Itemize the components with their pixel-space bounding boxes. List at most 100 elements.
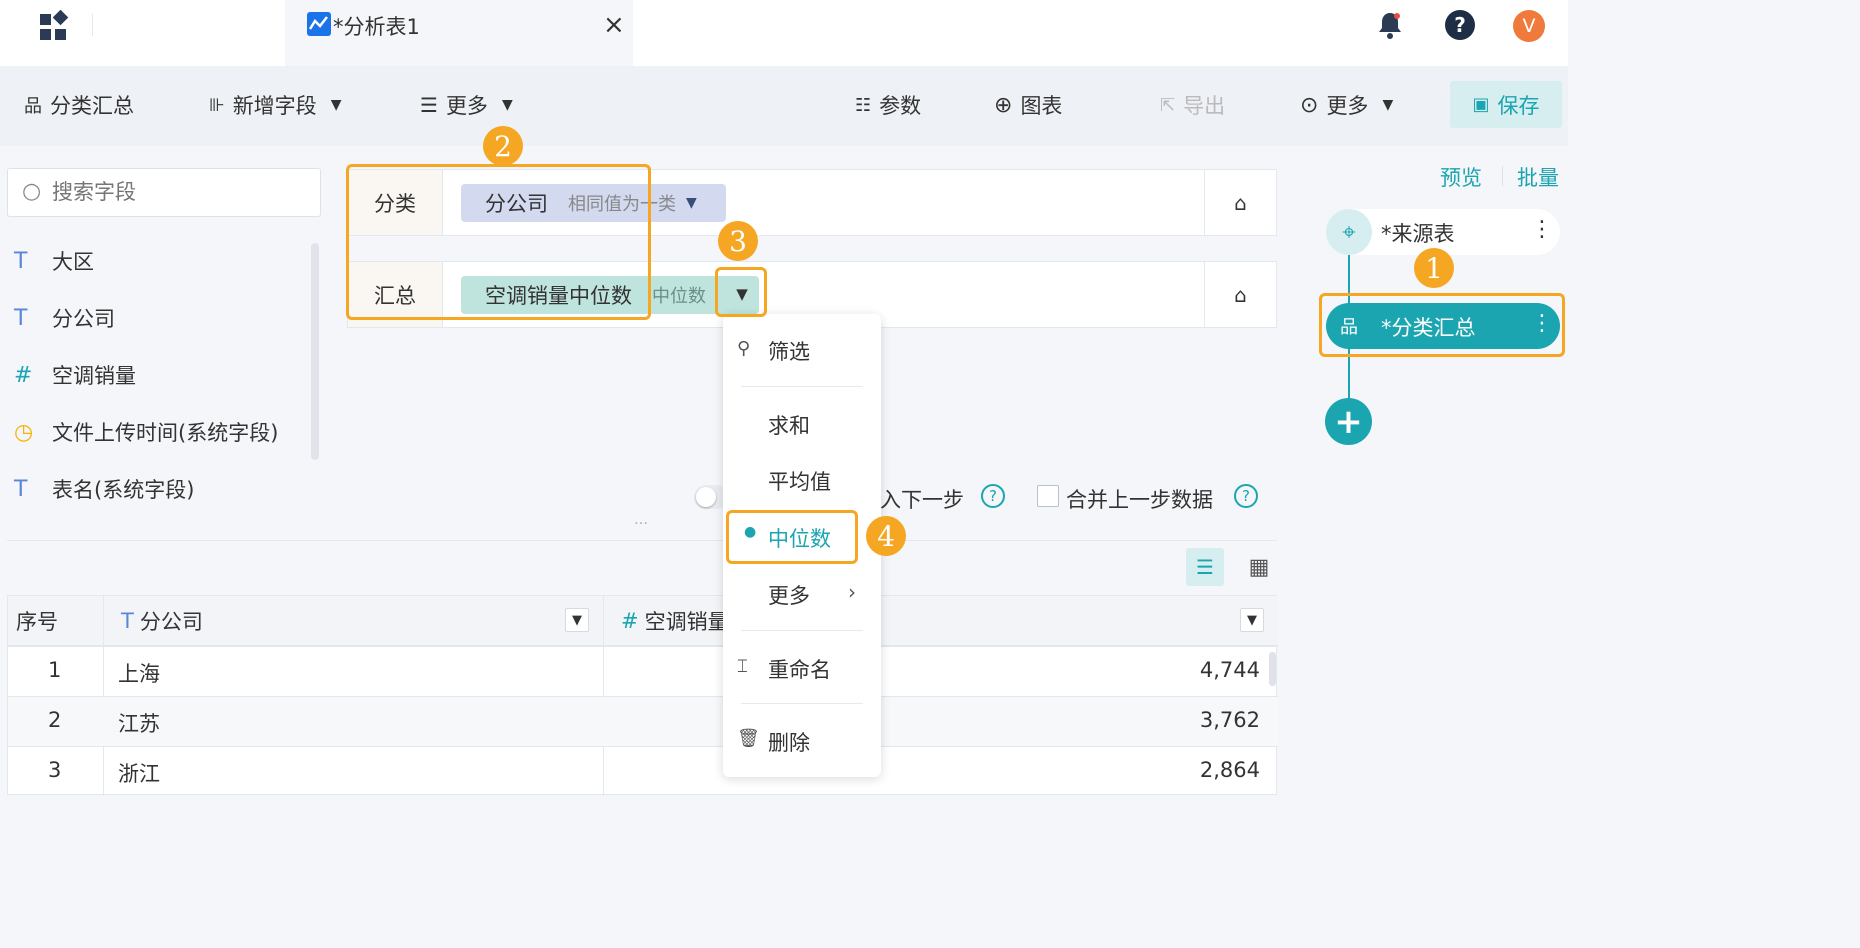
batch-link[interactable]: 批量	[1517, 162, 1559, 192]
preview-link[interactable]: 预览	[1440, 162, 1482, 192]
menu-item-rename[interactable]: 重命名	[768, 654, 831, 684]
chart-label: 图表	[1020, 94, 1063, 118]
next-step-label: 入下一步	[880, 488, 964, 512]
grid-view-icon[interactable]: ▦	[1240, 548, 1278, 586]
cell-sales: 3,762	[1199, 708, 1260, 732]
caret-down-icon: ▼	[501, 97, 513, 113]
add-column-icon: ⊪	[209, 94, 225, 116]
cell-index: 1	[48, 658, 62, 682]
resize-handle[interactable]: …	[634, 512, 648, 528]
save-icon: ▣	[1472, 94, 1490, 115]
chevron-right-icon: ›	[848, 580, 856, 604]
field-label: 表名(系统字段)	[52, 478, 195, 502]
tab-title: *分析表1	[333, 15, 420, 39]
title-bar: *分析表1 × ? V	[0, 0, 1568, 66]
field-item[interactable]: T 分公司	[14, 303, 115, 333]
caret-down-icon: ▼	[330, 97, 342, 113]
menu-item-sum[interactable]: 求和	[768, 410, 810, 440]
data-table: 序号 T 分公司 # 空调销量 ▼ ▼ 1 上海 4,744 2 江苏 3,762 …	[7, 595, 1278, 796]
number-field-icon: #	[621, 608, 639, 633]
field-item[interactable]: ◷ 文件上传时间(系统字段)	[14, 417, 278, 447]
list-view-icon[interactable]: ☰	[1186, 548, 1224, 586]
plus-circle-icon: ⊕	[994, 92, 1013, 118]
merge-checkbox[interactable]	[1037, 485, 1059, 507]
step-badge: 1	[1414, 248, 1454, 288]
column-header-branch[interactable]: T 分公司	[103, 596, 603, 646]
text-field-icon: T	[14, 305, 28, 331]
more-right-label: 更多	[1326, 94, 1369, 118]
sliders-icon: ☷	[855, 94, 872, 116]
kebab-menu-icon[interactable]: ⋮	[1531, 217, 1553, 242]
classify-tool[interactable]: ⌂	[1204, 170, 1276, 235]
bell-icon[interactable]	[1376, 10, 1404, 40]
export-button[interactable]: ⇱ 导出	[1160, 90, 1225, 120]
column-header-label: 空调销量	[644, 609, 729, 634]
column-header-label: 分公司	[139, 609, 203, 634]
step-badge: 3	[718, 221, 758, 261]
save-label: 保存	[1497, 93, 1540, 118]
field-item[interactable]: T 表名(系统字段)	[14, 474, 194, 504]
menu-item-more[interactable]: 更多	[768, 580, 810, 610]
menu-item-filter[interactable]: 筛选	[768, 336, 810, 366]
cell-branch: 上海	[118, 662, 160, 686]
rename-icon: ⌶	[737, 656, 748, 677]
help-icon[interactable]: ?	[1445, 10, 1475, 40]
caret-down-icon[interactable]: ▼	[686, 195, 697, 211]
highlight-box	[726, 510, 858, 564]
avatar[interactable]: V	[1513, 10, 1545, 42]
trash-icon: 🗑	[737, 728, 760, 749]
column-header-sales[interactable]: # 空调销量	[603, 596, 1278, 646]
help-icon[interactable]: ?	[1234, 484, 1258, 508]
group-summary-button[interactable]: 品分类汇总	[24, 90, 134, 120]
field-label: 空调销量	[52, 364, 136, 388]
cell-sales: 2,864	[1199, 758, 1260, 782]
table-scrollbar[interactable]	[1269, 652, 1276, 686]
number-field-icon: #	[14, 362, 33, 388]
field-item[interactable]: # 空调销量	[14, 360, 136, 390]
text-field-icon: T	[14, 248, 28, 274]
tab-close-icon[interactable]: ×	[603, 10, 625, 40]
highlight-box	[1319, 293, 1565, 357]
summary-mode: 中位数	[652, 286, 706, 307]
source-node-label: *来源表	[1381, 222, 1455, 246]
chart-button[interactable]: ⊕ 图表	[994, 90, 1062, 120]
toolbox-icon: ⌂	[1234, 190, 1247, 215]
target-icon: ⌖	[1326, 209, 1372, 255]
summary-tool[interactable]: ⌂	[1204, 262, 1276, 327]
text-field-icon: T	[121, 608, 134, 633]
flow-node-source[interactable]: ⌖ *来源表 ⋮	[1326, 209, 1560, 255]
cell-index: 3	[48, 758, 62, 782]
more-right-button[interactable]: ⊙ 更多 ▼	[1300, 90, 1393, 120]
add-field-button[interactable]: ⊪ 新增字段 ▼	[209, 90, 341, 120]
ellipsis-circle-icon: ⊙	[1300, 92, 1319, 118]
cell-branch: 江苏	[118, 712, 160, 736]
params-label: 参数	[879, 94, 922, 118]
toolbox-icon: ⌂	[1234, 282, 1247, 307]
app-grid-icon[interactable]	[38, 9, 70, 42]
column-dropdown-icon[interactable]: ▼	[1240, 608, 1264, 632]
export-icon: ⇱	[1160, 94, 1176, 116]
column-header-index: 序号	[8, 596, 103, 646]
field-label: 大区	[52, 250, 94, 274]
tab-analysis[interactable]: *分析表1 ×	[285, 0, 633, 66]
help-icon[interactable]: ?	[981, 484, 1005, 508]
export-label: 导出	[1183, 94, 1226, 118]
field-item[interactable]: T 大区	[14, 246, 94, 276]
field-label: 文件上传时间(系统字段)	[52, 421, 279, 445]
search-input[interactable]	[52, 177, 312, 207]
column-dropdown-icon[interactable]: ▼	[565, 608, 589, 632]
more-left-button[interactable]: ☰ 更多 ▼	[420, 90, 513, 120]
menu-item-delete[interactable]: 删除	[768, 727, 810, 757]
save-button[interactable]: ▣ 保存	[1450, 81, 1562, 128]
menu-item-average[interactable]: 平均值	[768, 466, 831, 496]
highlight-box	[346, 164, 651, 320]
highlight-box	[715, 267, 767, 317]
analysis-icon	[307, 12, 331, 36]
search-box[interactable]: ○	[7, 168, 321, 217]
field-list-scrollbar[interactable]	[311, 243, 319, 460]
filter-icon: ⚲	[737, 338, 751, 359]
params-button[interactable]: ☷ 参数	[855, 90, 921, 120]
text-field-icon: T	[14, 476, 28, 502]
add-node-button[interactable]: +	[1325, 398, 1372, 445]
step-badge: 4	[866, 516, 906, 556]
